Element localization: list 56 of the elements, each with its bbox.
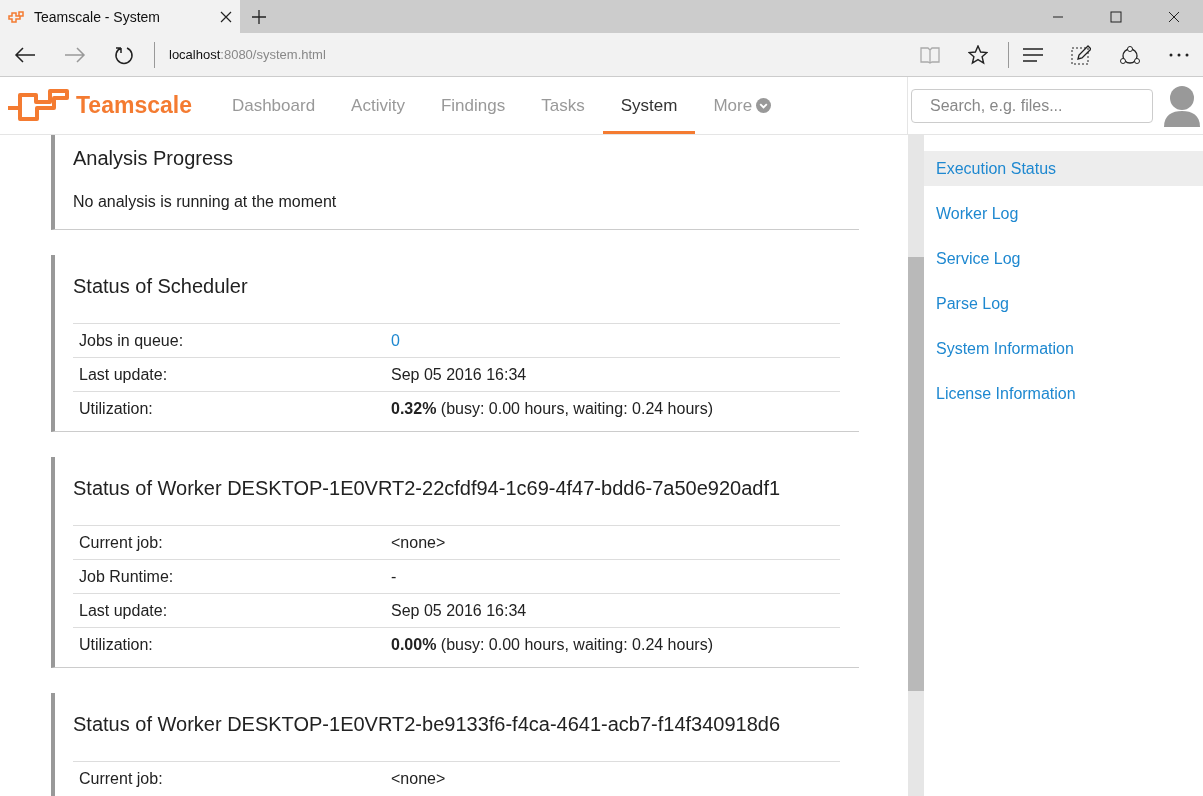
brand-name[interactable]: Teamscale: [76, 92, 192, 119]
status-message: No analysis is running at the moment: [73, 193, 338, 211]
search-field[interactable]: Search, e.g. files...: [911, 88, 1153, 123]
sidebar-item[interactable]: Worker Log: [924, 196, 1203, 231]
table-cell: 0.00% (busy: 0.00 hours, waiting: 0.24 hours): [385, 627, 840, 661]
tab-title: Teamscale - System: [34, 8, 162, 25]
section-title: Analysis Progress: [73, 146, 235, 171]
table-cell: Utilization:: [73, 391, 385, 425]
sidebar-item[interactable]: License Information: [924, 376, 1203, 411]
sidebar-item[interactable]: System Information: [924, 331, 1203, 366]
forward-icon[interactable]: [64, 45, 86, 64]
browser-tab[interactable]: Teamscale - System: [0, 0, 240, 33]
scrollbar[interactable]: [908, 135, 924, 796]
close-icon[interactable]: [220, 10, 232, 23]
table-cell: Jobs in queue:: [73, 323, 385, 358]
table-cell: Sep 05 2016 16:34: [385, 357, 840, 392]
logo-icon: [6, 88, 70, 123]
sidebar-item[interactable]: Service Log: [924, 241, 1203, 276]
table-cell: Utilization:: [73, 627, 385, 661]
menu-icon[interactable]: [1023, 47, 1043, 62]
table-cell: 0.32% (busy: 0.00 hours, waiting: 0.24 hours): [385, 391, 840, 425]
table-cell: <none>: [385, 761, 840, 795]
pen-note-icon[interactable]: [1071, 44, 1091, 65]
close-icon[interactable]: [1168, 10, 1180, 23]
chevron-icon: [756, 98, 772, 113]
table-cell: -: [385, 559, 840, 594]
nav-tab[interactable]: Dashboard: [213, 80, 334, 134]
avatar-icon[interactable]: [1163, 84, 1201, 127]
table-cell: Current job:: [73, 761, 385, 795]
section-title: Status of Worker DESKTOP-1E0VRT2-22cfdf94-1c69-4f47-bdd6-7a50e920adf1: [73, 476, 782, 501]
section-title: Status of Scheduler: [73, 274, 249, 299]
table-cell: Current job:: [73, 525, 385, 560]
sidebar-item[interactable]: Execution Status: [924, 151, 1203, 186]
maximize-icon[interactable]: [1110, 10, 1122, 23]
table-cell: Last update:: [73, 357, 385, 392]
table-cell: <none>: [385, 525, 840, 560]
refresh-icon[interactable]: [114, 44, 134, 65]
table-cell: Sep 05 2016 16:34: [385, 593, 840, 628]
nav-tab[interactable]: Findings: [422, 80, 524, 134]
address-field[interactable]: localhost:8080/system.html: [169, 47, 326, 62]
table-cell: Job Runtime:: [73, 559, 385, 594]
section-title: Status of Worker DESKTOP-1E0VRT2-be9133f6-f4ca-4641-acb7-f14f340918d6: [73, 712, 782, 737]
sidebar-item[interactable]: Parse Log: [924, 286, 1203, 321]
nav-tab[interactable]: More: [695, 80, 790, 134]
nav-tab[interactable]: System: [602, 80, 696, 134]
star-icon[interactable]: [968, 44, 988, 65]
share-icon[interactable]: [1119, 44, 1141, 65]
back-icon[interactable]: [14, 45, 36, 64]
nav-tab[interactable]: Activity: [333, 80, 423, 134]
logo-icon: [8, 10, 24, 23]
scrollbar-thumb[interactable]: [908, 257, 924, 691]
plus-icon[interactable]: [252, 9, 266, 24]
more-icon[interactable]: [1169, 52, 1189, 57]
link[interactable]: 0: [391, 331, 400, 349]
table-cell: Last update:: [73, 593, 385, 628]
nav-tab[interactable]: Tasks: [523, 80, 603, 134]
